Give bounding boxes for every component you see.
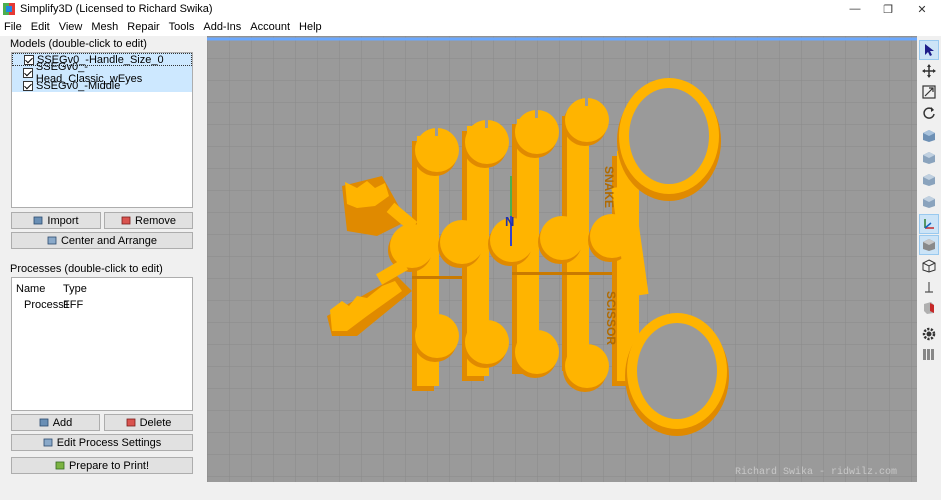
z-arrow-icon [925, 282, 933, 293]
add-icon [39, 418, 49, 427]
title-bar: Simplify3D (Licensed to Richard Swika) [0, 0, 941, 18]
view-side-button[interactable] [919, 192, 939, 212]
processes-header: Name Type [16, 283, 87, 295]
wireframe-view-button[interactable] [919, 256, 939, 276]
center-icon [47, 236, 57, 245]
view-front-button[interactable] [919, 148, 939, 168]
scale-icon [922, 85, 936, 99]
view-front-icon [923, 152, 935, 164]
model-name: SSEGv0_-Middle [36, 79, 121, 92]
axis-icon [924, 219, 934, 229]
view-top-icon [923, 174, 935, 186]
solid-view-button[interactable] [919, 235, 939, 255]
process-row[interactable]: Process1 FFF [24, 299, 83, 311]
status-bar [207, 482, 917, 500]
axis-label: N [505, 214, 514, 229]
wireframe-cube-icon [922, 259, 936, 273]
bars-icon [923, 349, 934, 360]
scale-tool-button[interactable] [919, 82, 939, 102]
select-tool-button[interactable] [919, 40, 939, 60]
close-button[interactable]: ✕ [905, 0, 939, 18]
import-button[interactable]: Import [11, 212, 101, 229]
edit-settings-icon [43, 438, 53, 447]
settings-button[interactable] [919, 324, 939, 344]
print-icon [55, 461, 65, 470]
rotate-icon [923, 107, 935, 119]
view-top-button[interactable] [919, 170, 939, 190]
layers-button[interactable] [919, 344, 939, 364]
remove-icon [121, 216, 131, 225]
models-label: Models (double-click to edit) [10, 38, 147, 50]
view-toolbar [917, 36, 941, 500]
column-name: Name [16, 283, 46, 295]
column-type: Type [63, 283, 87, 295]
add-process-button[interactable]: Add [11, 414, 100, 431]
model-checkbox[interactable] [23, 80, 33, 91]
menu-mesh[interactable]: Mesh [91, 21, 118, 33]
menu-tools[interactable]: Tools [169, 21, 195, 33]
gear-icon [922, 327, 936, 341]
view-iso-icon [923, 130, 935, 142]
maximize-button[interactable]: ❐ [871, 0, 905, 18]
select-icon [925, 44, 934, 56]
solid-cube-icon [923, 239, 935, 251]
edit-process-settings-button[interactable]: Edit Process Settings [11, 434, 193, 451]
menu-account[interactable]: Account [250, 21, 290, 33]
window-title: Simplify3D (Licensed to Richard Swika) [20, 3, 213, 15]
import-icon [34, 216, 43, 225]
menu-view[interactable]: View [59, 21, 83, 33]
delete-process-button[interactable]: Delete [104, 414, 193, 431]
menu-repair[interactable]: Repair [127, 21, 159, 33]
center-and-arrange-button[interactable]: Center and Arrange [11, 232, 193, 249]
cross-section-icon [924, 302, 934, 314]
watermark: Richard Swika - ridwilz.com [735, 466, 897, 478]
minimize-button[interactable]: — [838, 0, 872, 18]
rotate-tool-button[interactable] [919, 103, 939, 123]
model-checkbox[interactable] [23, 67, 33, 78]
menu-file[interactable]: File [4, 21, 22, 33]
3d-viewport[interactable]: N SNAKE SCISSOR Richard Swika - ridwilz.… [207, 36, 917, 482]
remove-button[interactable]: Remove [104, 212, 193, 229]
app-logo-icon [3, 3, 15, 15]
delete-icon [126, 418, 135, 427]
prepare-to-print-button[interactable]: Prepare to Print! [11, 457, 193, 474]
z-view-button[interactable] [919, 277, 939, 297]
menu-add-ins[interactable]: Add-Ins [203, 21, 241, 33]
models-list[interactable]: SSEGv0_-Handle_Size_0 SSEGv0_-Head_Class… [11, 52, 193, 208]
menu-edit[interactable]: Edit [31, 21, 50, 33]
snake-text: SNAKE [602, 166, 616, 208]
build-plate-scene: N SNAKE SCISSOR Richard Swika - ridwilz.… [207, 36, 917, 482]
show-axes-button[interactable] [919, 214, 939, 234]
move-tool-button[interactable] [919, 61, 939, 81]
process-type: FFF [63, 299, 84, 311]
view-side-icon [923, 196, 935, 208]
move-icon [922, 64, 936, 78]
cross-section-button[interactable] [919, 298, 939, 318]
processes-label: Processes (double-click to edit) [10, 263, 163, 275]
menu-help[interactable]: Help [299, 21, 322, 33]
view-iso-button[interactable] [919, 126, 939, 146]
processes-list[interactable]: Name Type Process1 FFF [11, 277, 193, 411]
menu-bar: File Edit View Mesh Repair Tools Add-Ins… [0, 18, 941, 36]
scissor-text: SCISSOR [604, 291, 618, 345]
model-checkbox[interactable] [24, 54, 34, 65]
model-item[interactable]: SSEGv0_-Head_Classic_wEyes [12, 61, 192, 85]
